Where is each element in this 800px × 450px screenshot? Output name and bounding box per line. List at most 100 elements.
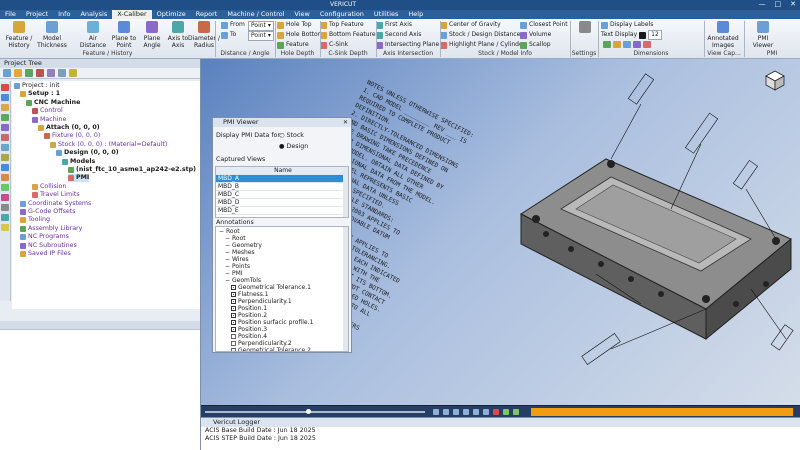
- dimension-tool-icon[interactable]: [613, 41, 621, 48]
- annotation-checkbox[interactable]: [231, 292, 236, 297]
- tree-item-design-0-0-0[interactable]: Design (0, 0, 0): [56, 149, 119, 157]
- tree-tool-icon[interactable]: [3, 69, 11, 77]
- side-tool-icon[interactable]: [1, 144, 9, 151]
- annotation-item[interactable]: Geometrical Tolerance.2: [231, 347, 311, 351]
- menu-view[interactable]: View: [289, 10, 314, 19]
- tree-item-collision[interactable]: Collision: [32, 183, 66, 191]
- close-icon[interactable]: ✕: [343, 118, 348, 127]
- stop-icon[interactable]: [493, 409, 499, 415]
- tree-item-fixture-0-0-0[interactable]: Fixture (0, 0, 0): [44, 132, 100, 140]
- ribbon-item-second-axis[interactable]: Second Axis: [376, 31, 421, 39]
- menu-utilities[interactable]: Utilities: [369, 10, 403, 19]
- column-header-name[interactable]: Name: [216, 167, 348, 175]
- radio-design[interactable]: ● Design: [279, 143, 308, 150]
- fast-forward-icon[interactable]: [473, 409, 479, 415]
- side-tool-icon[interactable]: [1, 104, 9, 111]
- annotation-item[interactable]: − GeomTols: [225, 277, 261, 284]
- ribbon-item-bottom-feature[interactable]: Bottom Feature: [320, 31, 376, 39]
- tree-item-travel-limits[interactable]: Travel Limits: [32, 191, 80, 199]
- menu-optimize[interactable]: Optimize: [152, 10, 191, 19]
- tree-expander-icon[interactable]: −: [225, 277, 230, 284]
- tree-item-g-code-offsets[interactable]: G-Code Offsets: [20, 208, 75, 216]
- captured-view-row[interactable]: MBD_D: [216, 199, 348, 207]
- annotation-item[interactable]: Position.4: [231, 333, 267, 340]
- tree-item-models[interactable]: Models: [62, 158, 95, 166]
- annotation-item[interactable]: Position.2: [231, 312, 267, 319]
- annotation-checkbox[interactable]: [231, 285, 236, 290]
- menu-file[interactable]: File: [0, 10, 21, 19]
- radio-stock[interactable]: ○ Stock: [279, 132, 304, 139]
- annotation-item[interactable]: Geometrical Tolerance.1: [231, 284, 311, 291]
- menu-project[interactable]: Project: [21, 10, 53, 19]
- tree-tool-icon[interactable]: [69, 69, 77, 77]
- menu-x-caliber[interactable]: X-Caliber: [112, 10, 152, 19]
- point-select[interactable]: Point ▾: [248, 31, 274, 41]
- tree-item-nist-ftc-10-asme1-ap242-e2-stp[interactable]: (nist_ftc_10_asme1_ap242-e2.stp): [68, 166, 196, 174]
- menu-configuration[interactable]: Configuration: [315, 10, 369, 19]
- menu-analysis[interactable]: Analysis: [75, 10, 112, 19]
- ribbon-item-from[interactable]: From: [221, 21, 245, 29]
- menu-info[interactable]: Info: [53, 10, 75, 19]
- animation-slider[interactable]: [205, 411, 425, 413]
- tree-item-setup-1[interactable]: Setup : 1: [20, 90, 60, 98]
- tree-item-tooling[interactable]: Tooling: [20, 216, 50, 224]
- minimize-button[interactable]: —: [759, 0, 766, 8]
- side-tool-icon[interactable]: [1, 124, 9, 131]
- settings-button[interactable]: [574, 21, 596, 35]
- annotation-checkbox[interactable]: [231, 341, 236, 346]
- side-tool-icon[interactable]: [1, 174, 9, 181]
- captured-view-row[interactable]: MBD_C: [216, 191, 348, 199]
- ribbon-item-scallop[interactable]: Scallop: [520, 41, 551, 49]
- annotations-scrollbar[interactable]: [343, 227, 348, 351]
- tree-item-machine[interactable]: Machine: [32, 116, 66, 124]
- menu-help[interactable]: Help: [403, 10, 428, 19]
- annotation-item[interactable]: − Geometry: [225, 242, 262, 249]
- annotation-item[interactable]: Perpendicularity.2: [231, 340, 292, 347]
- pmi-viewer-titlebar[interactable]: PMI Viewer ✕: [213, 118, 351, 127]
- view-cube-icon[interactable]: [765, 70, 785, 91]
- menu-report[interactable]: Report: [191, 10, 223, 19]
- status-icon[interactable]: [513, 409, 519, 415]
- ribbon-item-to[interactable]: To: [221, 31, 236, 39]
- ribbon-item-top-feature[interactable]: Top Feature: [320, 21, 364, 29]
- annotation-item[interactable]: − Root: [225, 235, 246, 242]
- ribbon-item-feature[interactable]: Feature: [277, 41, 309, 49]
- tree-item-nc-subroutines[interactable]: NC Subroutines: [20, 242, 77, 250]
- annotation-item[interactable]: Flatness.1: [231, 291, 269, 298]
- side-tool-icon[interactable]: [1, 154, 9, 161]
- side-tool-icon[interactable]: [1, 194, 9, 201]
- tree-tool-icon[interactable]: [47, 69, 55, 77]
- ribbon-item-first-axis[interactable]: First Axis: [376, 21, 412, 29]
- dimension-tool-icon[interactable]: [623, 41, 631, 48]
- captured-view-row[interactable]: MBD_B: [216, 183, 348, 191]
- tree-item-assembly-library[interactable]: Assembly Library: [20, 225, 82, 233]
- side-tool-icon[interactable]: [1, 134, 9, 141]
- ribbon-item-center-of-gravity[interactable]: Center of Gravity: [440, 21, 501, 29]
- ribbon-button-feature-history[interactable]: Feature / History: [3, 21, 35, 49]
- ribbon-item-c-sink[interactable]: C-Sink: [320, 41, 348, 49]
- tree-expander-icon[interactable]: −: [225, 256, 230, 263]
- ribbon-item-intersecting-plane[interactable]: Intersecting Plane: [376, 41, 439, 49]
- annotation-item[interactable]: − PMI: [225, 270, 243, 277]
- point-select[interactable]: Point ▾: [248, 21, 274, 31]
- tree-item-saved-ip-files[interactable]: Saved IP Files: [20, 250, 71, 258]
- side-tool-icon[interactable]: [1, 114, 9, 121]
- views-scrollbar[interactable]: [343, 167, 348, 217]
- tree-expander-icon[interactable]: −: [225, 270, 230, 277]
- ribbon-item-hole-bottom[interactable]: Hole Bottom: [277, 31, 323, 39]
- tree-expander-icon[interactable]: −: [225, 242, 230, 249]
- annotation-checkbox[interactable]: [231, 313, 236, 318]
- annotation-item[interactable]: − Meshes: [225, 249, 255, 256]
- side-tool-icon[interactable]: [1, 224, 9, 231]
- annotation-checkbox[interactable]: [231, 327, 236, 332]
- side-tool-icon[interactable]: [1, 184, 9, 191]
- tree-tool-icon[interactable]: [14, 69, 22, 77]
- annotation-checkbox[interactable]: [231, 299, 236, 304]
- annotation-item[interactable]: Position.3: [231, 326, 267, 333]
- dimension-tool-icon[interactable]: [633, 41, 641, 48]
- tree-expander-icon[interactable]: −: [225, 249, 230, 256]
- captured-view-row[interactable]: MBD_E: [216, 207, 348, 215]
- ribbon-button-annotated-images[interactable]: Annotated Images: [706, 21, 740, 49]
- side-tool-icon[interactable]: [1, 84, 9, 91]
- side-tool-icon[interactable]: [1, 94, 9, 101]
